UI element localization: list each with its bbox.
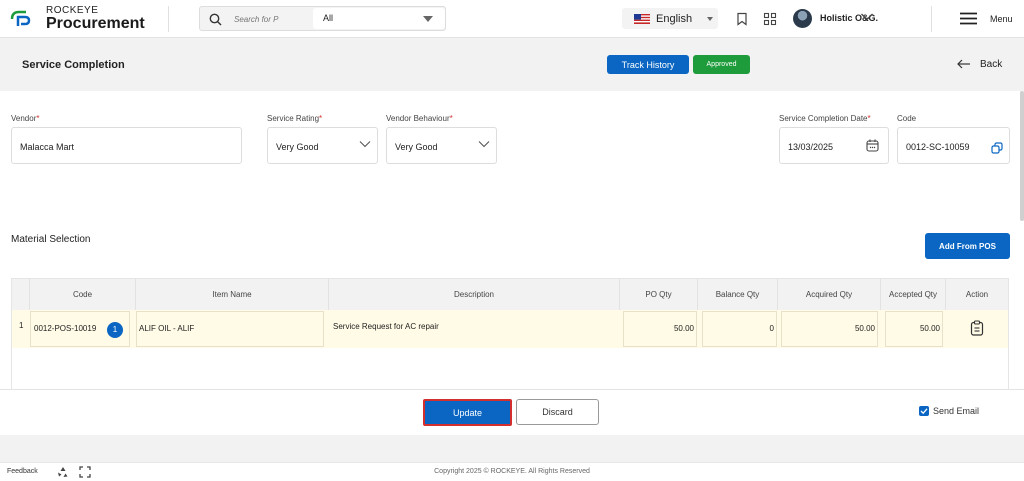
code-count-badge[interactable]: 1 <box>107 322 123 338</box>
search-input[interactable] <box>234 12 306 26</box>
vendor-label: Vendor* <box>11 114 40 123</box>
divider <box>931 6 932 32</box>
row-item-name: ALIF OIL - ALIF <box>139 324 195 333</box>
brand-name: Procurement <box>46 15 145 32</box>
search-scope-select[interactable]: All <box>313 8 445 29</box>
apps-grid-icon[interactable] <box>763 12 777 26</box>
table-header-item-name: Item Name <box>136 279 329 310</box>
completion-date-value: 13/03/2025 <box>788 142 834 152</box>
footer: Feedback Copyright 2025 © ROCKEYE. All R… <box>0 462 1024 481</box>
search-scope-value: All <box>323 13 334 23</box>
table-header-po-qty: PO Qty <box>620 279 698 310</box>
code-label: Code <box>897 114 917 123</box>
send-email-label[interactable]: Send Email <box>933 406 979 416</box>
row-balance-qty-cell: 0 <box>702 311 777 347</box>
completion-date-field[interactable]: 13/03/2025 <box>779 127 889 164</box>
table-header-acquired-qty: Acquired Qty <box>778 279 881 310</box>
chevron-down-icon <box>423 16 433 22</box>
copy-icon[interactable] <box>991 142 1003 154</box>
send-email-checkbox[interactable] <box>919 406 929 416</box>
form-action-bar: Update Discard Send Email <box>0 389 1024 435</box>
service-rating-value: Very Good <box>276 142 319 152</box>
vendor-behaviour-value: Very Good <box>395 142 438 152</box>
bookmark-icon[interactable] <box>735 12 749 26</box>
code-field: 0012-SC-10059 <box>897 127 1010 164</box>
chevron-down-icon[interactable] <box>860 12 874 22</box>
back-link[interactable]: Back <box>980 59 1002 70</box>
service-rating-select[interactable]: Very Good <box>267 127 378 164</box>
copyright-text: Copyright 2025 © ROCKEYE. All Rights Res… <box>434 468 590 475</box>
table-header-index <box>12 279 30 310</box>
row-description: Service Request for AC repair <box>333 322 439 331</box>
vendor-behaviour-select[interactable]: Very Good <box>386 127 497 164</box>
row-accepted-qty: 50.00 <box>919 324 940 333</box>
chevron-down-icon <box>478 141 490 148</box>
table-header-code: Code <box>30 279 136 310</box>
vendor-value: Malacca Mart <box>20 142 75 152</box>
track-history-button[interactable]: Track History <box>607 55 689 74</box>
vendor-behaviour-label: Vendor Behaviour* <box>386 114 453 123</box>
clipboard-icon[interactable] <box>970 320 984 336</box>
us-flag-icon <box>634 14 650 24</box>
page-header: Service Completion Track History Approve… <box>0 38 1024 91</box>
service-rating-label: Service Rating* <box>267 114 323 123</box>
row-acquired-qty-cell: 50.00 <box>781 311 878 347</box>
add-from-pos-button[interactable]: Add From POS <box>925 233 1010 259</box>
avatar[interactable] <box>793 9 812 28</box>
row-code: 0012-POS-10019 <box>34 324 97 333</box>
language-label: English <box>656 13 693 25</box>
menu-label[interactable]: Menu <box>990 14 1013 24</box>
search-bar: All <box>199 6 446 31</box>
row-code-cell: 0012-POS-10019 1 <box>30 311 130 347</box>
table-header-description: Description <box>329 279 620 310</box>
chevron-down-icon <box>707 17 713 21</box>
table-header-accepted-qty: Accepted Qty <box>881 279 946 310</box>
row-balance-qty: 0 <box>769 324 774 333</box>
scrollbar[interactable] <box>1020 91 1024 221</box>
content-gap <box>0 435 1024 462</box>
calendar-icon[interactable] <box>866 139 879 152</box>
language-select[interactable]: English <box>622 8 718 29</box>
row-po-qty: 50.00 <box>673 324 694 333</box>
divider <box>168 6 169 32</box>
checkmark-icon <box>920 408 928 415</box>
row-item-name-cell: ALIF OIL - ALIF <box>136 311 324 347</box>
hamburger-menu-icon[interactable] <box>960 12 977 25</box>
row-accepted-qty-cell[interactable]: 50.00 <box>885 311 943 347</box>
material-selection-title: Material Selection <box>11 234 91 245</box>
row-acquired-qty: 50.00 <box>854 324 875 333</box>
page-title: Service Completion <box>22 59 125 71</box>
chevron-down-icon <box>359 141 371 148</box>
completion-date-label: Service Completion Date* <box>779 114 871 123</box>
row-index: 1 <box>19 321 24 330</box>
material-table: Code Item Name Description PO Qty Balanc… <box>11 278 1009 389</box>
search-icon[interactable] <box>209 13 222 26</box>
table-row: 1 0012-POS-10019 1 ALIF OIL - ALIF Servi… <box>12 310 1008 348</box>
discard-button[interactable]: Discard <box>516 399 599 425</box>
table-header-action: Action <box>946 279 1008 310</box>
rockeye-logo-icon[interactable] <box>10 10 34 28</box>
status-badge: Approved <box>693 55 750 74</box>
back-arrow-icon[interactable] <box>957 59 971 69</box>
vendor-field[interactable]: Malacca Mart <box>11 127 242 164</box>
update-button[interactable]: Update <box>423 399 512 426</box>
table-header-balance-qty: Balance Qty <box>698 279 778 310</box>
top-bar: ROCKEYE Procurement All English <box>0 0 1024 38</box>
row-po-qty-cell: 50.00 <box>623 311 697 347</box>
code-value: 0012-SC-10059 <box>906 142 970 152</box>
